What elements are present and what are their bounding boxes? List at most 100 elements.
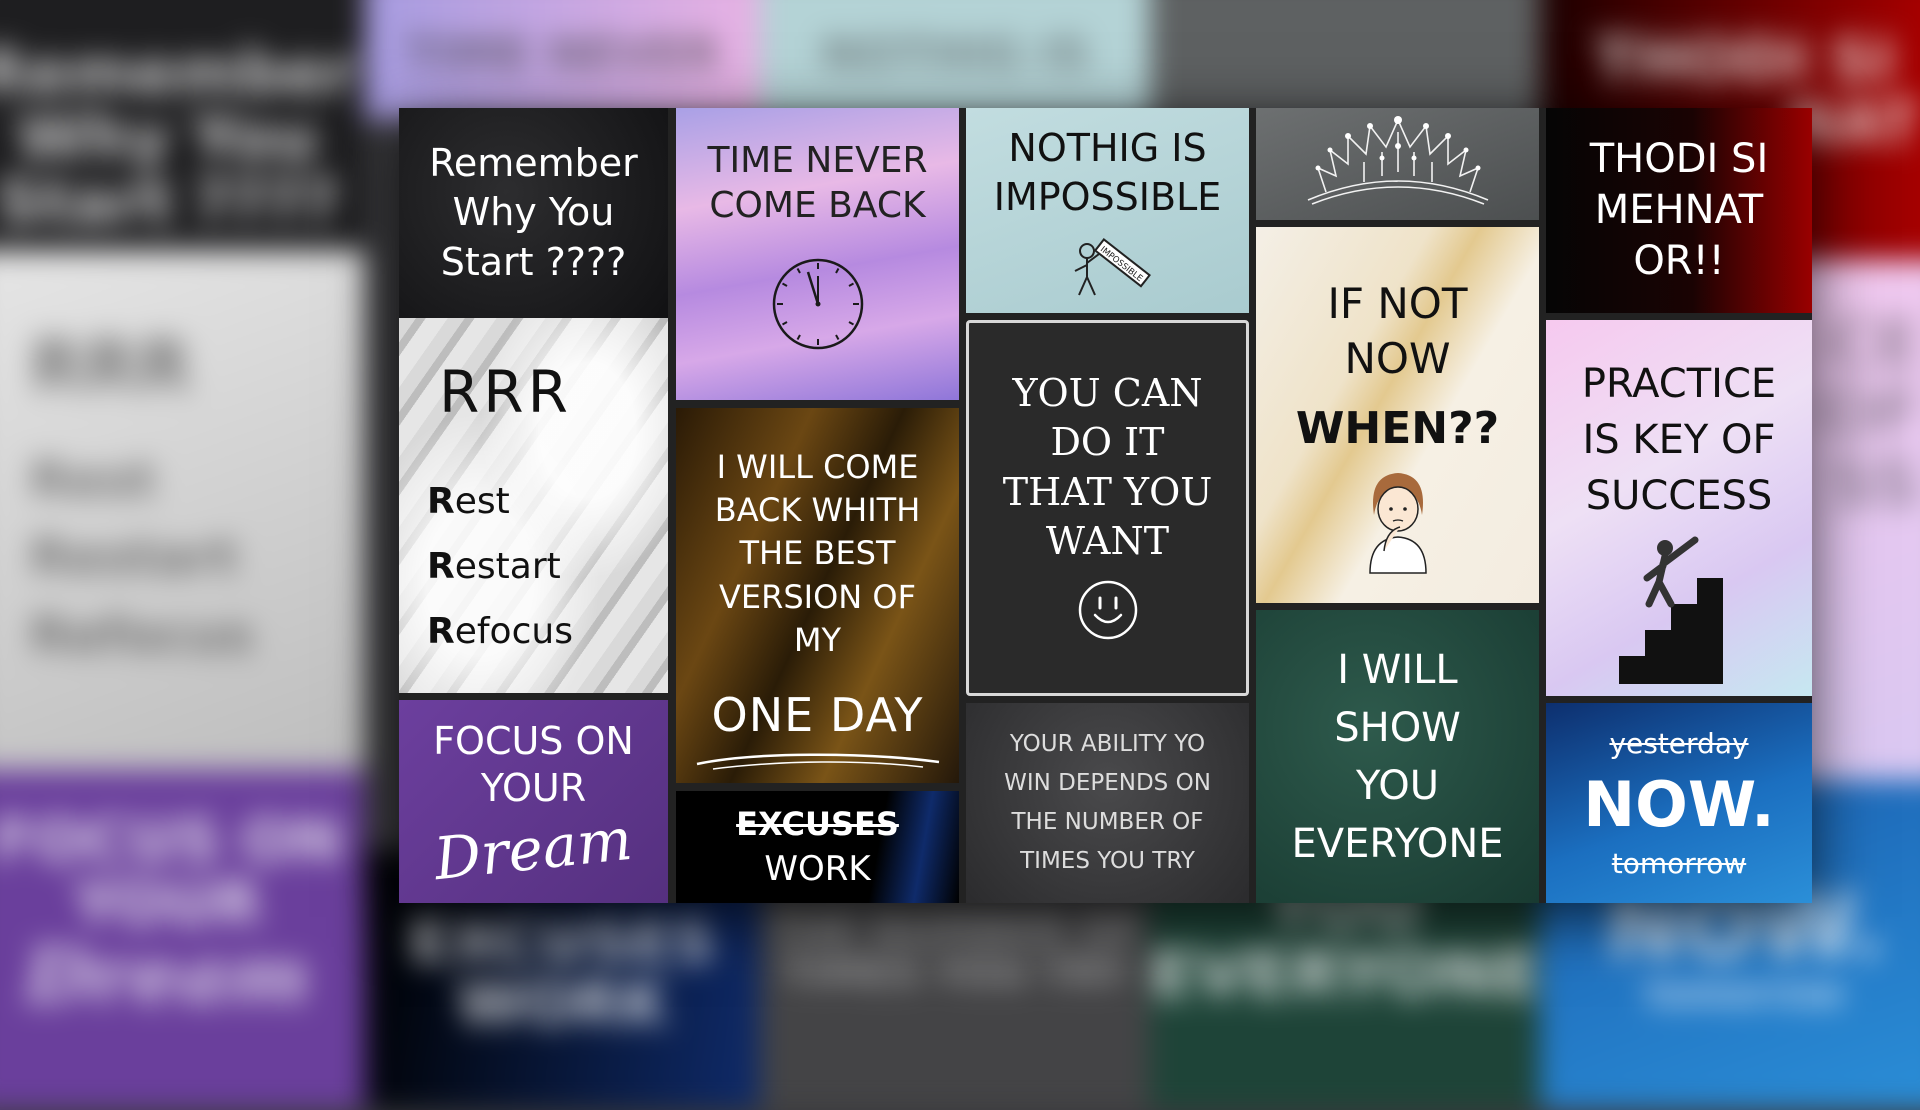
tile-text: YOU bbox=[1355, 762, 1439, 809]
when-text: WHEN?? bbox=[1295, 403, 1500, 455]
tile-text: YOU CAN bbox=[1012, 371, 1203, 415]
tile-text: THE NUMBER OF bbox=[1011, 809, 1204, 835]
tile-text: YOUR ABILITY YO bbox=[1009, 730, 1206, 757]
tile-text: NOW bbox=[1344, 333, 1451, 383]
smiley-icon bbox=[1078, 580, 1137, 639]
tile-text: DO IT bbox=[1050, 420, 1165, 465]
tile-text: YOUR bbox=[480, 766, 587, 811]
underline-swoosh bbox=[696, 753, 939, 770]
tile-text: EVERYONE bbox=[1291, 820, 1504, 867]
tile-rrr: RRR Rest Restart Refocus bbox=[399, 318, 668, 693]
yesterday-text: yesterday bbox=[1609, 726, 1749, 760]
tile-remember-why: Remember Why You Start ???? bbox=[399, 108, 668, 318]
tile-focus-dream: FOCUS ON YOUR Dream bbox=[399, 700, 668, 903]
tile-text: WIN DEPENDS ON bbox=[1004, 769, 1211, 796]
tile-if-not-now: IF NOT NOW WHEN?? bbox=[1256, 227, 1539, 603]
rrr-title: RRR bbox=[439, 358, 572, 426]
tile-text: Why You bbox=[452, 190, 615, 235]
tile-text: THE BEST bbox=[739, 534, 896, 573]
tile-now: yesterday NOW. tomorrow bbox=[1546, 703, 1812, 903]
tile-practice-success: PRACTICE IS KEY OF SUCCESS bbox=[1546, 320, 1812, 696]
tile-time-never: TIME NEVER COME BACK bbox=[676, 108, 959, 400]
bg-text: WORK bbox=[457, 969, 668, 1039]
tile-text: Remember bbox=[429, 140, 638, 185]
bg-tile-rrr: RRR Rest Restart Refocus bbox=[0, 250, 365, 770]
rrr-word: efocus bbox=[454, 610, 573, 652]
crown-icon bbox=[1307, 116, 1488, 205]
tile-nothing-impossible: NOTHIG IS IMPOSSIBLE IMPOSSIBLE bbox=[966, 108, 1249, 313]
bg-text: EVERYONE bbox=[1150, 935, 1540, 1013]
bg-tile-focus: FOCUS ON YOUR Dream bbox=[0, 770, 365, 1110]
tile-text: I WILL bbox=[1337, 646, 1458, 693]
girl-thinking-icon bbox=[1368, 473, 1427, 575]
bg-text: THE NUMBER OF bbox=[769, 908, 1141, 954]
tile-text: WANT bbox=[1045, 519, 1170, 564]
stairs-climber-icon bbox=[1619, 536, 1723, 684]
tile-text: TIMES YOU TRY bbox=[1020, 848, 1195, 875]
rrr-initial: R bbox=[427, 610, 455, 652]
tile-text: MEHNAT bbox=[1594, 186, 1764, 233]
tile-text: COME BACK bbox=[709, 185, 926, 226]
tile-text: IF NOT bbox=[1327, 279, 1468, 328]
bg-tile-nothing: NOTHIG IS bbox=[760, 0, 1150, 120]
tile-thodi-si-mehnat: THODI SI MEHNAT OR!! bbox=[1546, 108, 1812, 313]
tile-text: PRACTICE bbox=[1581, 361, 1777, 407]
bg-text: THODI SI bbox=[1594, 26, 1896, 96]
tile-text: THAT YOU bbox=[1002, 469, 1213, 514]
tile-one-day: I WILL COME BACK WHITH THE BEST VERSION … bbox=[676, 408, 959, 783]
bg-text: TIMES YOU TRY bbox=[782, 950, 1128, 996]
tile-show-everyone: I WILL SHOW YOU EVERYONE bbox=[1256, 610, 1539, 903]
tile-text: SUCCESS bbox=[1585, 473, 1773, 519]
rrr-word: est bbox=[454, 481, 510, 522]
bg-tile-time: TIME NEVER bbox=[365, 0, 760, 120]
rrr-initial: R bbox=[427, 545, 455, 587]
tile-text: BACK WHITH bbox=[714, 491, 921, 530]
tile-text: IS KEY OF bbox=[1582, 417, 1776, 463]
tile-text: SHOW bbox=[1334, 704, 1461, 751]
tile-text: I WILL COME bbox=[716, 448, 919, 486]
one-day-text: ONE DAY bbox=[711, 687, 924, 742]
bg-text: YOUR bbox=[73, 869, 262, 939]
excuses-struck-text: EXCUSES bbox=[736, 804, 899, 843]
bg-text: TIME NEVER bbox=[405, 27, 720, 81]
bg-text: tomorrow bbox=[1646, 972, 1844, 1014]
tile-you-can-do-it: YOU CAN DO IT THAT YOU WANT bbox=[966, 320, 1249, 696]
tile-text: MY bbox=[793, 620, 842, 659]
rrr-item-rest: Rest bbox=[427, 470, 573, 535]
bg-text: Dream bbox=[25, 931, 310, 1020]
tile-text: THODI SI bbox=[1589, 135, 1769, 182]
bg-text: FOCUS ON bbox=[0, 806, 343, 876]
bg-tile-remember: Remember Why You Start ???? bbox=[0, 0, 365, 250]
rrr-initial: R bbox=[427, 481, 455, 522]
tile-text: VERSION OF bbox=[719, 577, 916, 616]
tile-crown bbox=[1256, 108, 1539, 220]
tile-text: WORK bbox=[764, 848, 871, 889]
rrr-word: estart bbox=[454, 545, 561, 587]
tile-text: Start ???? bbox=[440, 239, 627, 284]
tile-text: NOTHIG IS bbox=[1008, 126, 1207, 170]
tile-text: FOCUS ON bbox=[433, 718, 634, 763]
rrr-item-refocus: Refocus bbox=[427, 600, 573, 665]
clock-icon bbox=[772, 258, 863, 350]
tomorrow-text: tomorrow bbox=[1611, 846, 1747, 880]
bg-text: Start ???? bbox=[0, 166, 339, 240]
tile-text: TIME NEVER bbox=[707, 140, 928, 181]
tile-ability: YOUR ABILITY YO WIN DEPENDS ON THE NUMBE… bbox=[966, 703, 1249, 903]
motivation-collage: Remember Why You Start ???? RRR Rest Res… bbox=[399, 108, 1812, 903]
tile-excuses-work: EXCUSES WORK bbox=[676, 791, 959, 903]
bg-text: Rest bbox=[30, 450, 157, 509]
rrr-item-restart: Restart bbox=[427, 535, 573, 600]
tile-text: IMPOSSIBLE bbox=[993, 175, 1222, 220]
bg-text: RRR bbox=[30, 325, 192, 407]
bg-text: Restart bbox=[30, 528, 239, 586]
bg-text: Remember bbox=[0, 36, 357, 109]
bg-text: EXCUSES bbox=[409, 906, 716, 976]
bg-text: Why You bbox=[17, 101, 318, 175]
dream-script-text: Dream bbox=[431, 804, 636, 893]
bg-tile-crown bbox=[1150, 0, 1540, 120]
now-text: NOW. bbox=[1583, 767, 1775, 841]
tile-text: OR!! bbox=[1633, 238, 1725, 285]
bg-text: NOTHIG IS bbox=[820, 27, 1090, 81]
man-carrying-sign-icon: IMPOSSIBLE bbox=[1074, 237, 1151, 296]
bg-text: Refocus bbox=[30, 605, 254, 664]
